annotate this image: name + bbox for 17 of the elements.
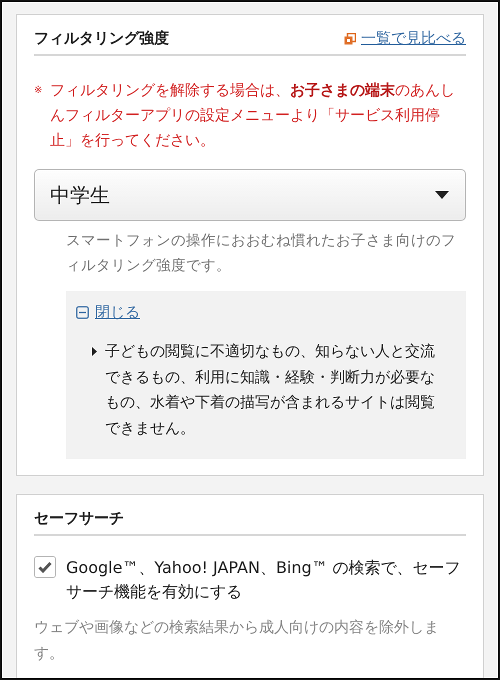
level-description: スマートフォンの操作におおむね慣れたお子さま向けのフィルタリング強度です。 xyxy=(66,232,457,276)
compare-link[interactable]: 一覧で見比べる xyxy=(344,29,466,48)
checkbox[interactable] xyxy=(34,556,56,578)
safe-search-description: ウェブや画像などの検索結果から成人向けの内容を除外します。 xyxy=(34,617,440,664)
window-icon xyxy=(344,32,356,44)
check-icon xyxy=(38,561,52,573)
warning-note: フィルタリングを解除する場合は、お子さまの端末のあんしんフィルターアプリの設定メニューより「サービス利用停止」を行ってください。 xyxy=(50,80,456,151)
note-mark: ※ xyxy=(34,84,44,98)
checkbox-label: Google™、Yahoo! JAPAN、Bing™ の検索で、セーフサーチ機能を有効にする xyxy=(66,557,462,603)
detail-text: 子どもの閲覧に不適切なもの、知らない人と交流できるもの、利用に知識・経験・判断力が必要なもの、水着や下着の描写が含まれるサイトは閲覧できません。 xyxy=(105,341,436,438)
section-title: フィルタリング強度 xyxy=(34,29,169,48)
close-toggle[interactable]: 閉じる xyxy=(76,303,140,322)
level-dropdown[interactable]: 中学生 xyxy=(34,169,466,221)
bullet-icon xyxy=(92,347,97,356)
caret-icon xyxy=(435,191,449,199)
section-title: セーフサーチ xyxy=(34,509,124,528)
collapse-icon xyxy=(76,306,89,319)
